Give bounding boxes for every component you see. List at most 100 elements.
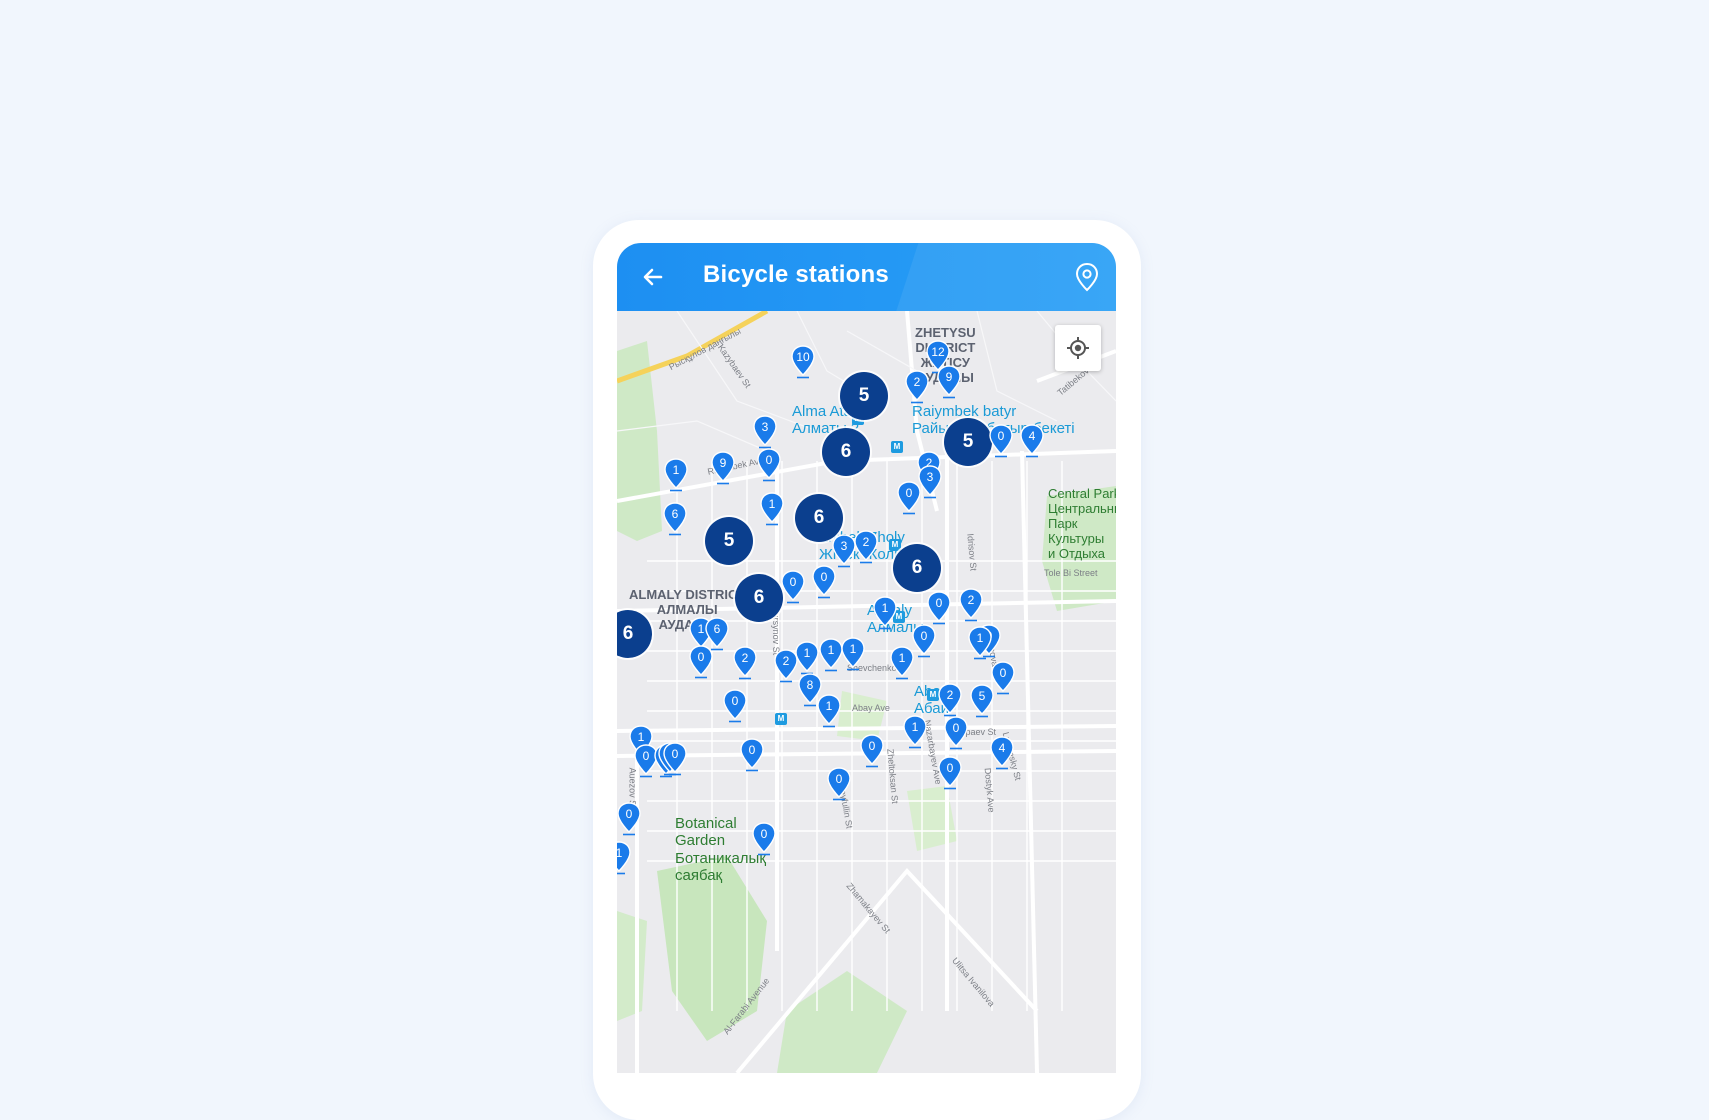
station-pin[interactable]: 1 xyxy=(872,596,898,630)
station-pin-count: 0 xyxy=(952,721,960,735)
station-pin-count: 2 xyxy=(862,535,870,549)
station-pin-count: 1 xyxy=(911,720,919,734)
metro-icon: M xyxy=(775,713,787,725)
station-pin[interactable]: 0 xyxy=(988,424,1014,458)
page-title: Bicycle stations xyxy=(703,261,889,288)
station-pin[interactable]: 0 xyxy=(926,591,952,625)
station-pin[interactable]: 2 xyxy=(937,683,963,717)
my-location-button[interactable] xyxy=(1055,325,1101,371)
app-screen: Bicycle stations ZHETYSU ЖЕТІСУ ALMALY D… xyxy=(617,243,1116,1073)
station-pin-count: 1 xyxy=(617,846,623,860)
station-pin[interactable]: 1 xyxy=(889,646,915,680)
station-cluster[interactable]: 6 xyxy=(735,574,783,622)
street-label: Abay Ave xyxy=(852,703,890,713)
station-pin-count: 0 xyxy=(935,596,943,610)
station-pin[interactable]: 0 xyxy=(937,756,963,790)
back-button[interactable] xyxy=(637,261,669,293)
station-pin[interactable]: 0 xyxy=(756,448,782,482)
station-pin[interactable]: 4 xyxy=(989,736,1015,770)
station-pin[interactable]: 1 xyxy=(902,715,928,749)
station-pin[interactable]: 2 xyxy=(853,530,879,564)
station-pin-count: 4 xyxy=(1028,429,1036,443)
app-header: Bicycle stations xyxy=(617,243,1116,311)
station-pin-count: 1 xyxy=(637,730,645,744)
station-pin[interactable]: 0 xyxy=(739,738,765,772)
station-pin[interactable]: 1 xyxy=(617,841,632,875)
station-pin-count: 1 xyxy=(803,646,811,660)
station-pin-count: 0 xyxy=(920,629,928,643)
station-pin-count: 1 xyxy=(976,631,984,645)
station-pin-count: 0 xyxy=(905,486,913,500)
station-pin[interactable]: 2 xyxy=(958,588,984,622)
station-cluster[interactable]: 6 xyxy=(893,544,941,592)
station-pin[interactable]: 0 xyxy=(662,742,688,776)
station-pin[interactable]: 2 xyxy=(732,646,758,680)
station-pin-count: 0 xyxy=(697,650,705,664)
station-pin-count: 8 xyxy=(806,678,814,692)
station-pin[interactable]: 4 xyxy=(1019,424,1045,458)
station-pin-count: 2 xyxy=(913,375,921,389)
station-pin[interactable]: 1 xyxy=(816,694,842,728)
station-pin-count: 0 xyxy=(671,747,679,761)
station-pin[interactable]: 1 xyxy=(759,492,785,526)
station-pin[interactable]: 0 xyxy=(826,767,852,801)
station-pin-count: 1 xyxy=(849,642,857,656)
station-pin[interactable]: 0 xyxy=(722,689,748,723)
station-pin[interactable]: 0 xyxy=(896,481,922,515)
station-pin-count: 2 xyxy=(946,688,954,702)
station-pin-count: 0 xyxy=(820,570,828,584)
station-pin[interactable]: 0 xyxy=(751,822,777,856)
map-pin-outline-icon xyxy=(1075,262,1099,292)
location-button[interactable] xyxy=(1071,260,1103,294)
station-pin-count: 0 xyxy=(997,429,1005,443)
station-pin-count: 9 xyxy=(719,456,727,470)
station-pin-count: 4 xyxy=(998,741,1006,755)
station-cluster[interactable]: 5 xyxy=(944,418,992,466)
station-pin-count: 1 xyxy=(898,651,906,665)
station-pin-count: 12 xyxy=(931,345,945,359)
station-pin-count: 2 xyxy=(741,651,749,665)
station-pin[interactable]: 1 xyxy=(967,626,993,660)
station-pin-count: 6 xyxy=(671,507,679,521)
station-pin-count: 0 xyxy=(999,666,1007,680)
station-pin[interactable]: 9 xyxy=(936,365,962,399)
station-cluster[interactable]: 5 xyxy=(840,372,888,420)
station-pin[interactable]: 9 xyxy=(710,451,736,485)
station-pin[interactable]: 6 xyxy=(662,502,688,536)
station-pin-count: 0 xyxy=(760,827,768,841)
station-pin-count: 0 xyxy=(731,694,739,708)
station-pin-count: 6 xyxy=(713,622,721,636)
station-cluster[interactable]: 5 xyxy=(705,517,753,565)
station-pin[interactable]: 0 xyxy=(688,645,714,679)
station-pin[interactable]: 0 xyxy=(617,802,642,836)
station-pin[interactable]: 3 xyxy=(752,415,778,449)
station-pin-count: 0 xyxy=(748,743,756,757)
station-pin-count: 2 xyxy=(967,593,975,607)
station-pin-count: 1 xyxy=(825,699,833,713)
station-pin-count: 0 xyxy=(625,807,633,821)
station-pin[interactable]: 0 xyxy=(943,716,969,750)
station-pin-count: 0 xyxy=(765,453,773,467)
station-pin-count: 0 xyxy=(868,739,876,753)
station-pin[interactable]: 0 xyxy=(780,570,806,604)
station-pin-count: 10 xyxy=(796,350,810,364)
park-label-central-park: Central Park Центральный Парк Культуры и… xyxy=(1048,486,1116,561)
station-pin[interactable]: 2 xyxy=(904,370,930,404)
station-pin[interactable]: 10 xyxy=(790,345,816,379)
metro-icon: M xyxy=(891,441,903,453)
station-pin-count: 0 xyxy=(946,761,954,775)
station-pin[interactable]: 1 xyxy=(840,637,866,671)
station-pin[interactable]: 0 xyxy=(811,565,837,599)
station-cluster[interactable]: 6 xyxy=(822,428,870,476)
station-pin-count: 0 xyxy=(835,772,843,786)
station-pin-count: 9 xyxy=(945,370,953,384)
station-pin-count: 3 xyxy=(761,420,769,434)
map-view[interactable]: ZHETYSU DISTRICT ЖЕТІСУ АУДАНЫ ALMALY DI… xyxy=(617,311,1116,1073)
station-pin-count: 0 xyxy=(789,575,797,589)
station-pin[interactable]: 0 xyxy=(990,661,1016,695)
street-label: Tole Bi Street xyxy=(1044,568,1098,578)
station-pin[interactable]: 1 xyxy=(663,458,689,492)
station-pin[interactable]: 1 xyxy=(794,641,820,675)
station-pin-count: 1 xyxy=(672,463,680,477)
station-pin[interactable]: 0 xyxy=(859,734,885,768)
